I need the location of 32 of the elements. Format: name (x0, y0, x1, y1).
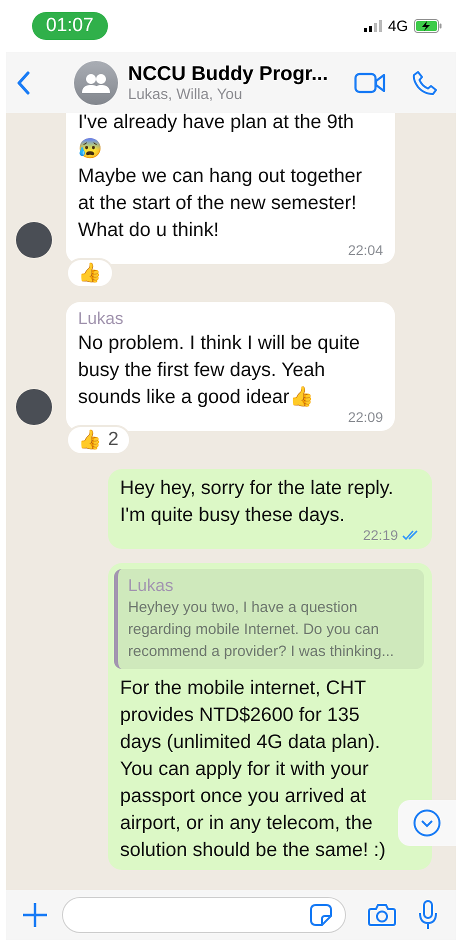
signal-icon (364, 20, 382, 32)
reaction-pill[interactable]: 👍 2 (66, 425, 131, 455)
message-time: 22:04 (348, 242, 383, 258)
chevron-down-icon (413, 809, 441, 837)
message-text: For the mobile internet, CHT provides NTD$2600 for 135 days (unlimited 4G data plan). You can apply for it with your passport once you arrived at airport, or in any telecom, the solution should be the same! :) (120, 676, 387, 863)
quoted-text: Heyhey you two, I have a question regarding mobile Internet. Do you can recommend a provider? I was thinking... (128, 598, 395, 662)
microphone-icon[interactable] (418, 900, 438, 930)
scroll-down-button[interactable] (398, 800, 456, 846)
battery-charging-icon (414, 19, 442, 33)
message-text: No problem. I think I will be quite busy the first few days. Yeah sounds like a good idear👍 (78, 331, 361, 410)
group-avatar[interactable] (74, 60, 118, 104)
reaction-emoji: 👍 (78, 262, 102, 285)
message-input[interactable] (62, 897, 346, 933)
back-icon[interactable] (16, 70, 30, 94)
sticker-icon[interactable] (309, 903, 333, 927)
video-call-icon[interactable] (354, 72, 386, 94)
sender-name: Lukas (78, 308, 124, 330)
message-text: I've already have plan at the 9th 😰 Maybe we can hang out together at the start of the new semester! What do u think! (78, 113, 364, 243)
reaction-count: 2 (108, 429, 119, 451)
reaction-emoji: 👍 (78, 428, 102, 452)
network-label: 4G (388, 18, 408, 34)
camera-icon[interactable] (368, 903, 396, 927)
chat-members: Lukas, Willa, You (128, 86, 244, 102)
quoted-sender: Lukas (128, 575, 174, 597)
people-icon (82, 72, 110, 92)
message-time: 22:19 (362, 527, 398, 543)
clock-time: 01:07 (32, 12, 108, 40)
plus-icon[interactable] (22, 902, 48, 928)
chat-title: NCCU Buddy Progr... (128, 62, 330, 86)
message-time: 22:09 (348, 409, 383, 425)
message-text: Hey hey, sorry for the late reply. I'm quite busy these days. (120, 476, 394, 528)
phone-icon[interactable] (412, 70, 438, 96)
